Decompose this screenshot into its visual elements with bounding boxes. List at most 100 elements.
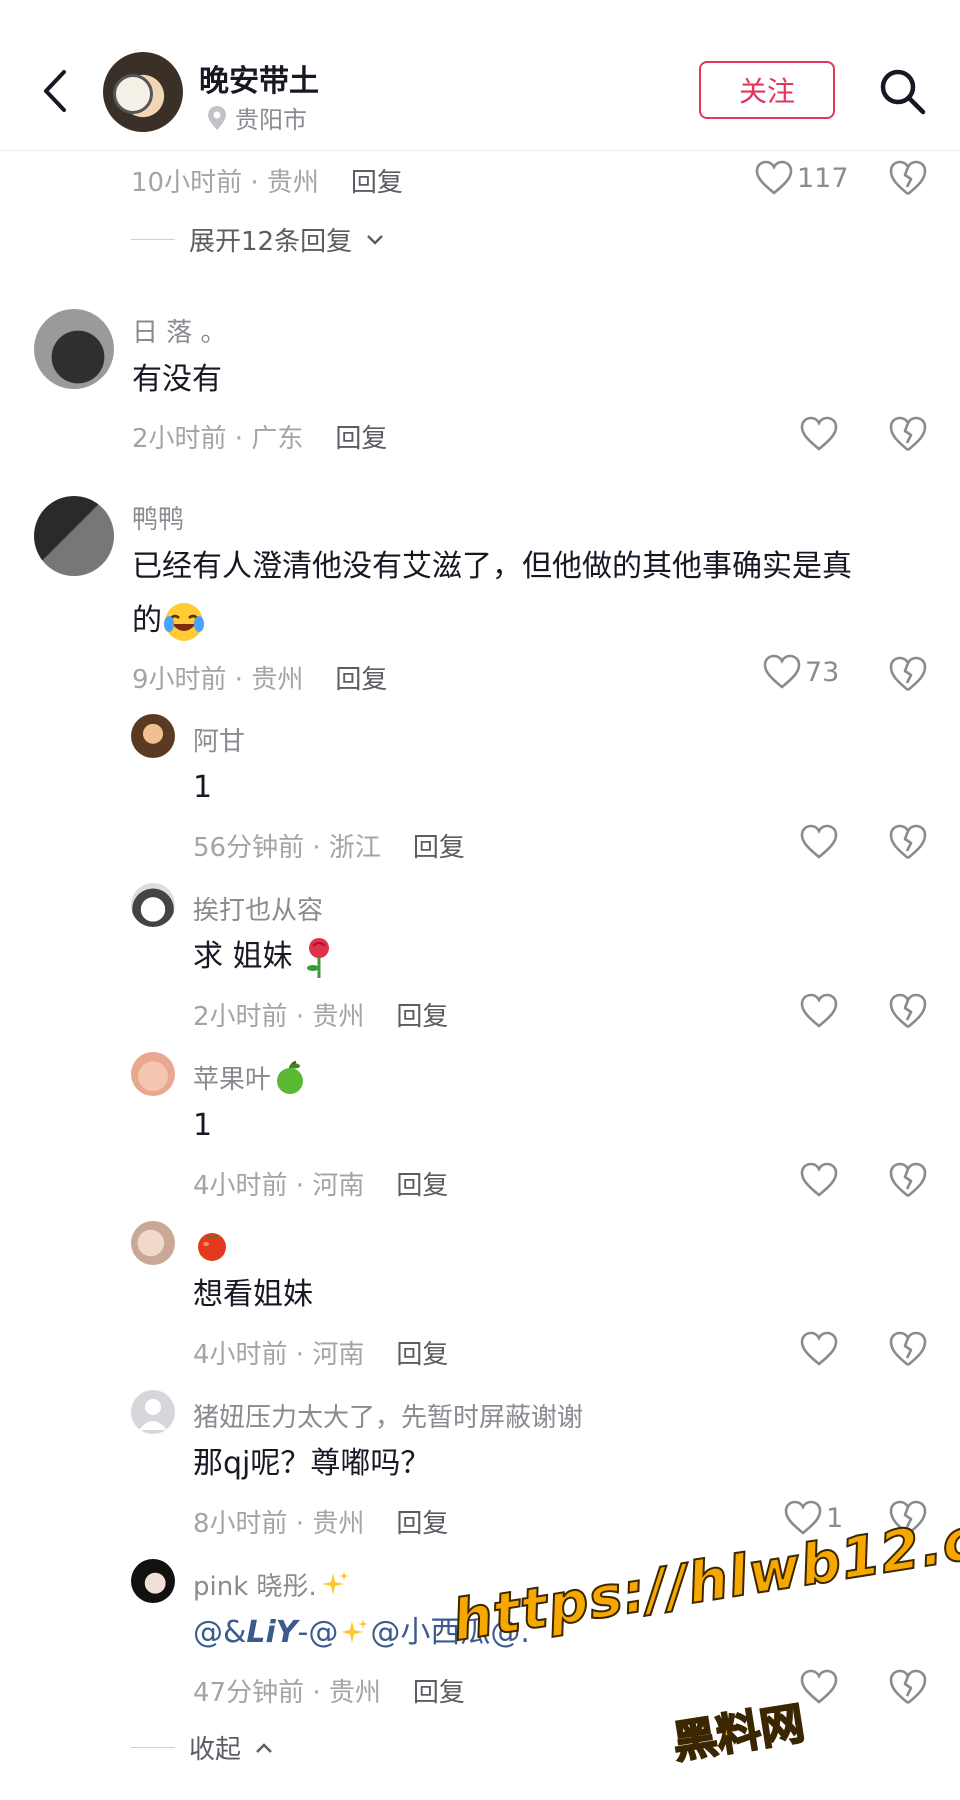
dislike-icon[interactable] [888,1329,928,1369]
comment-meta: 10小时前 · 贵州 回复 [131,162,403,199]
reply-text: 求 姐妹 [193,930,336,984]
heart-icon [800,1669,838,1704]
rose-emoji-icon [307,937,330,978]
like-button[interactable] [800,1158,838,1202]
dislike-icon[interactable] [888,822,928,862]
reply-time-location: 8小时前 · 贵州 [193,1509,365,1539]
watermark-url: https://hlwb12.com [447,1491,960,1655]
dislike-icon[interactable] [888,991,928,1031]
reply-meta: 47分钟前 · 贵州 回复 [193,1672,465,1709]
chevron-down-icon [367,234,383,245]
dislike-icon[interactable] [888,414,928,454]
search-icon[interactable] [877,66,927,116]
reply-username: 苹果叶 [193,1065,272,1095]
heart-icon [800,1162,838,1197]
comment-meta: 2小时前 · 广东 回复 [132,418,387,455]
mention-link[interactable]: - [298,1606,309,1660]
comment-text-line: 的 [132,594,206,648]
like-button[interactable] [800,412,838,456]
reply-text-content: 求 姐妹 [193,939,293,974]
mention-link[interactable]: @& [193,1606,246,1660]
comment-time-location: 10小时前 · 贵州 [131,168,319,198]
reply-button[interactable]: 回复 [335,665,387,695]
expand-replies-label: 展开12条回复 [189,227,353,257]
like-button[interactable] [800,1327,838,1371]
reply-username-row[interactable] [193,1226,231,1264]
reply-text: 1 [193,770,213,805]
watermark-name: 黑料网 [669,1697,809,1770]
mention-link[interactable]: @ [308,1606,338,1660]
comment-username[interactable]: 日 落 。 [132,312,227,349]
reply-button[interactable]: 回复 [396,1340,448,1370]
reply-meta: 4小时前 · 河南 回复 [193,1334,448,1371]
avatar[interactable] [131,714,175,758]
profile-name[interactable]: 晚安带土 [199,56,319,100]
reply-time-location: 47分钟前 · 贵州 [193,1678,381,1708]
sparkles-emoji-icon [321,1570,349,1595]
avatar[interactable] [131,1390,175,1434]
like-button[interactable] [800,1665,838,1709]
location-text: 贵阳市 [235,106,307,134]
dislike-icon[interactable] [888,1667,928,1707]
reply-text: 1 [193,1108,213,1143]
back-arrow-icon[interactable] [36,66,76,116]
comment-username[interactable]: 鸭鸭 [132,499,184,536]
avatar[interactable] [34,309,114,389]
comment-text-line: 已经有人澄清他没有艾滋了，但他做的其他事确实是真 [132,549,852,584]
profile-location: 贵阳市 [207,100,307,135]
sparkles-emoji-icon [341,1619,369,1643]
heart-icon [800,824,838,859]
reply-time-location: 2小时前 · 贵州 [193,1002,365,1032]
comment-time-location: 9小时前 · 贵州 [132,665,304,695]
tomato-emoji-icon [198,1233,226,1261]
reply-button[interactable]: 回复 [396,1509,448,1539]
reply-meta: 56分钟前 · 浙江 回复 [193,827,465,864]
reply-text: 那qj呢？尊嘟吗？ [193,1446,431,1481]
reply-meta: 2小时前 · 贵州 回复 [193,996,448,1033]
heart-icon [763,654,801,689]
chevron-up-icon [256,1742,272,1753]
dislike-icon[interactable] [888,654,928,694]
reply-button[interactable]: 回复 [396,1002,448,1032]
reply-username[interactable]: 猪妞压力太大了，先暂时屏蔽谢谢 [193,1397,583,1434]
reply-time-location: 56分钟前 · 浙江 [193,833,381,863]
avatar[interactable] [131,1559,175,1603]
reply-button[interactable]: 回复 [413,833,465,863]
reply-time-location: 4小时前 · 河南 [193,1171,365,1201]
collapse-replies-button[interactable]: 收起 [131,1729,273,1766]
like-button[interactable] [800,989,838,1033]
avatar[interactable] [131,883,175,927]
reply-username[interactable]: 挨打也从容 [193,890,323,927]
comment-meta: 9小时前 · 贵州 回复 [132,659,387,696]
reply-button[interactable]: 回复 [351,168,403,198]
like-count: 117 [797,162,849,194]
reply-username-row[interactable]: 苹果叶 [193,1059,307,1096]
reply-username: pink 晓彤. [193,1572,317,1602]
like-button[interactable]: 73 [763,650,839,694]
dislike-icon[interactable] [888,1160,928,1200]
follow-button[interactable]: 关注 [699,61,835,119]
expand-replies-button[interactable]: 展开12条回复 [131,221,384,258]
like-button[interactable] [800,820,838,864]
dislike-icon[interactable] [888,158,928,198]
mention-link[interactable]: LiY [246,1606,297,1660]
reply-meta: 4小时前 · 河南 回复 [193,1165,448,1202]
default-avatar-icon [139,1399,167,1430]
heart-icon [800,416,838,451]
avatar[interactable] [34,496,114,576]
reply-button[interactable]: 回复 [335,424,387,454]
reply-button[interactable]: 回复 [396,1171,448,1201]
reply-time-location: 4小时前 · 河南 [193,1340,365,1370]
like-button[interactable]: 117 [755,156,849,200]
reply-meta: 8小时前 · 贵州 回复 [193,1503,448,1540]
reply-button[interactable]: 回复 [413,1678,465,1708]
reply-username-row[interactable]: pink 晓彤. [193,1566,351,1603]
top-bar: 晚安带土 贵阳市 关注 [0,0,960,151]
reply-username[interactable]: 阿甘 [193,721,245,758]
avatar[interactable] [131,1052,175,1096]
comment-text-tail: 的 [132,603,162,638]
laughing-crying-emoji-icon [164,602,204,641]
avatar[interactable] [131,1221,175,1265]
profile-avatar[interactable] [103,52,183,132]
reply-text: 想看姐妹 [193,1277,313,1312]
